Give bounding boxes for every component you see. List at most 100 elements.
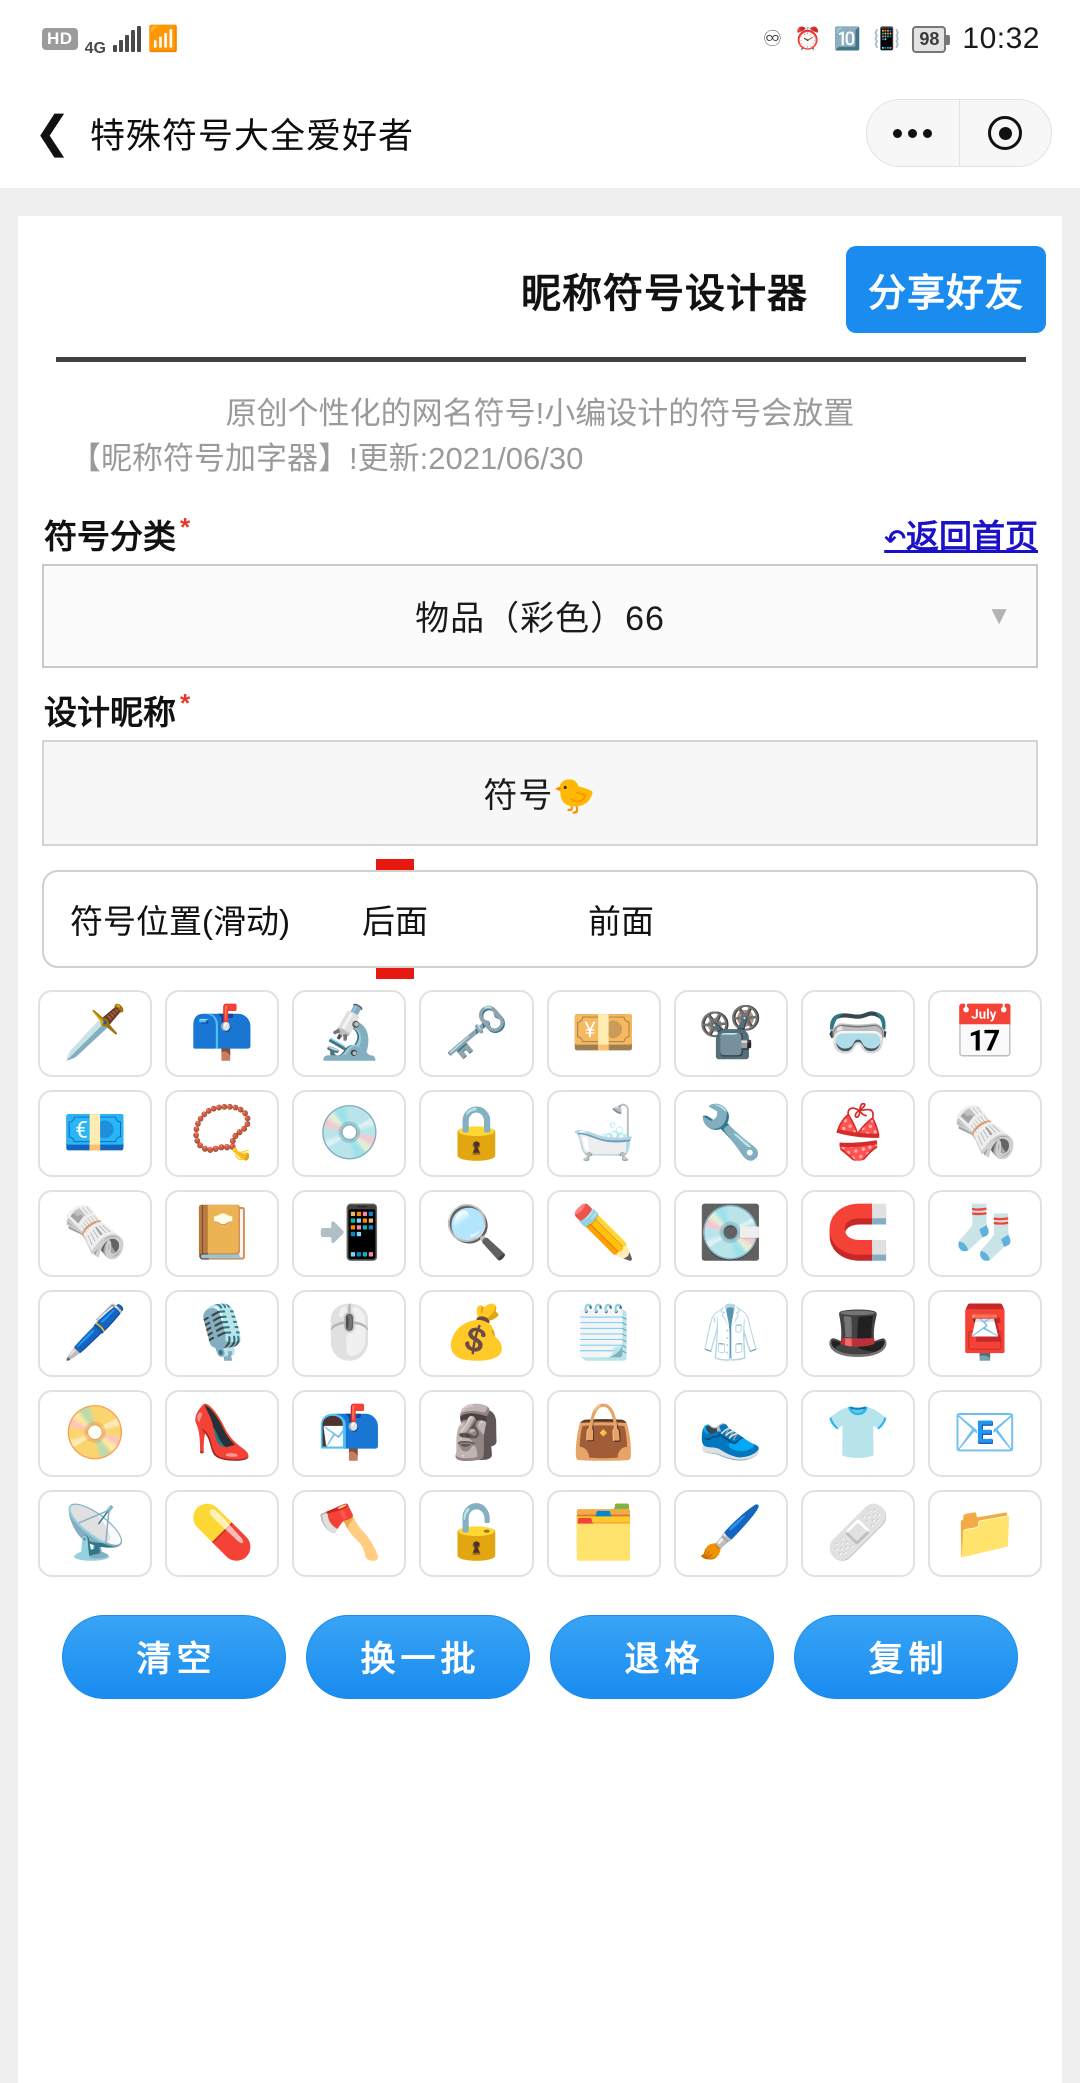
symbol-cell[interactable]: 🖌️ [673,1489,788,1577]
symbol-cell[interactable]: 🥼 [673,1289,788,1377]
symbol-cell[interactable]: 📫 [165,989,280,1077]
headphones-icon: ♾ [762,26,783,51]
symbol-cell[interactable]: 💿 [292,1089,407,1177]
category-label: 符号分类 * [44,510,190,558]
symbol-cell[interactable]: ✏️ [546,1189,661,1277]
symbol-cell[interactable]: 🛁 [546,1089,661,1177]
symbol-cell[interactable]: 🔍 [419,1189,534,1277]
target-circle-icon [988,116,1023,150]
hd-icon: HD [42,27,78,51]
symbol-cell[interactable]: 🗞️ [38,1189,153,1277]
symbol-cell[interactable]: 🎙️ [165,1289,280,1377]
symbol-cell[interactable]: 📀 [38,1389,153,1477]
symbol-cell[interactable]: 📽️ [673,989,788,1077]
status-bar: HD 4G 📶 ♾ ⏰ 🔟 📳 98 10:32 [0,0,1080,78]
symbol-cell[interactable]: 🔬 [292,989,407,1077]
symbol-cell[interactable]: 🧦 [927,1189,1042,1277]
copy-button[interactable]: 复制 [794,1614,1018,1699]
nickname-label-text: 设计昵称 [44,693,176,731]
nickname-value: 符号🐤 [483,777,597,816]
category-select[interactable]: 物品（彩色）66 ▼ [42,563,1038,668]
symbol-cell[interactable]: 🗒️ [546,1289,661,1377]
symbol-cell[interactable]: 🗡️ [38,989,153,1077]
description-line-1: 原创个性化的网名符号!小编设计的符号会放置 [225,396,855,431]
symbol-position-title: 符号位置(滑动) [70,902,290,940]
symbol-cell[interactable]: 🔒 [419,1089,534,1177]
symbol-cell[interactable]: 📧 [927,1389,1042,1477]
required-asterisk: * [180,511,191,542]
tab-position-after[interactable]: 后面 [362,872,428,966]
symbol-cell[interactable]: 🗂️ [546,1489,661,1577]
symbol-cell[interactable]: 📅 [927,989,1042,1077]
chevron-down-icon: ▼ [986,600,1012,631]
symbol-cell[interactable]: 🗞️ [927,1089,1042,1177]
symbol-cell[interactable]: 👕 [800,1389,915,1477]
symbol-cell[interactable]: 📮 [927,1289,1042,1377]
symbol-cell[interactable]: 🗿 [419,1389,534,1477]
symbol-grid: 🗡️ 📫 🔬 🗝️ 💴 📽️ 🥽 📅 💶 📿 💿 🔒 🛁 🔧 👙 🗞️ 🗞️ 📔 📲 🔍 ✏️ 💽 🧲 🧦 🖊️ 🎙️ 🖱️ 💰 🗒️ 🥼… [38,989,1042,1577]
description-text: 原创个性化的网名符号!小编设计的符号会放置 【昵称符号加字器】!更新:2021/… [34,362,1046,492]
back-home-link[interactable]: ↶返回首页 [884,510,1038,558]
share-button[interactable]: 分享好友 [845,246,1046,333]
back-chevron-icon[interactable]: ❮ [34,111,90,155]
status-bar-right: ♾ ⏰ 🔟 📳 98 10:32 [762,22,1040,56]
symbol-position-tabs[interactable]: 符号位置(滑动) 后面 前面 [42,869,1038,968]
page-title: 特殊符号大全爱好者 [90,116,415,156]
symbol-cell[interactable]: 🔓 [419,1489,534,1577]
undo-arrow-icon: ↶ [884,523,906,554]
mini-program-capsule [866,99,1052,167]
symbol-cell[interactable]: 🔧 [673,1089,788,1177]
symbol-cell[interactable]: 🗝️ [419,989,534,1077]
symbol-cell[interactable]: 📡 [38,1489,153,1577]
symbol-cell[interactable]: 📬 [292,1389,407,1477]
symbol-cell[interactable]: 🖊️ [38,1289,153,1377]
symbol-cell[interactable]: 📔 [165,1189,280,1277]
symbol-cell[interactable]: 👟 [673,1389,788,1477]
page-body: 昵称符号设计器 分享好友 原创个性化的网名符号!小编设计的符号会放置 【昵称符号… [0,188,1080,2083]
symbol-cell[interactable]: 💴 [546,989,661,1077]
symbol-cell[interactable]: 👙 [800,1089,915,1177]
symbol-cell[interactable]: 🎩 [800,1289,915,1377]
symbol-cell[interactable]: 🖱️ [292,1289,407,1377]
symbol-cell[interactable]: 💽 [673,1189,788,1277]
symbol-cell[interactable]: 💊 [165,1489,280,1577]
wifi-icon: 📶 [147,24,180,53]
symbol-cell[interactable]: 💰 [419,1289,534,1377]
symbol-cell[interactable]: 📲 [292,1189,407,1277]
alarm-clock-icon: ⏰ [794,26,822,51]
symbol-cell[interactable]: 🩹 [800,1489,915,1577]
symbol-cell[interactable]: 🪓 [292,1489,407,1577]
bluetooth-icon: 🔟 [833,26,861,51]
nickname-label-row: 设计昵称 * [34,668,1046,740]
symbol-cell[interactable]: 👜 [546,1389,661,1477]
close-button[interactable] [960,100,1052,166]
nickname-input[interactable]: 符号🐤 [42,739,1038,846]
clear-button[interactable]: 清空 [62,1614,286,1699]
back-home-label: 返回首页 [906,517,1038,555]
action-bar: 清空 换一批 退格 复制 [34,1577,1046,1699]
symbol-cell[interactable]: 🧲 [800,1189,915,1277]
required-asterisk: * [180,687,191,718]
nav-bar: ❮ 特殊符号大全爱好者 [0,78,1080,188]
content-card: 昵称符号设计器 分享好友 原创个性化的网名符号!小编设计的符号会放置 【昵称符号… [18,216,1062,2083]
clock-label: 10:32 [962,22,1040,55]
nickname-label: 设计昵称 * [44,686,190,734]
backspace-button[interactable]: 退格 [550,1614,774,1699]
symbol-cell[interactable]: 💶 [38,1089,153,1177]
symbol-cell[interactable]: 📁 [927,1489,1042,1577]
symbol-cell[interactable]: 👠 [165,1389,280,1477]
refresh-batch-button[interactable]: 换一批 [306,1614,530,1699]
symbol-cell[interactable]: 🥽 [800,989,915,1077]
network-type-label: 4G [84,40,106,57]
more-dots-button[interactable] [867,100,960,166]
vibrate-icon: 📳 [872,26,901,51]
category-label-row: 符号分类 * ↶返回首页 [34,492,1046,564]
category-label-text: 符号分类 [44,517,176,555]
battery-icon: 98 [912,25,951,53]
app-title: 昵称符号设计器 [520,271,808,316]
header-row: 昵称符号设计器 分享好友 [34,216,1046,353]
signal-bars-icon [112,26,141,52]
category-selected-value: 物品（彩色）66 [415,600,665,639]
symbol-cell[interactable]: 📿 [165,1089,280,1177]
tab-position-before[interactable]: 前面 [588,872,654,966]
